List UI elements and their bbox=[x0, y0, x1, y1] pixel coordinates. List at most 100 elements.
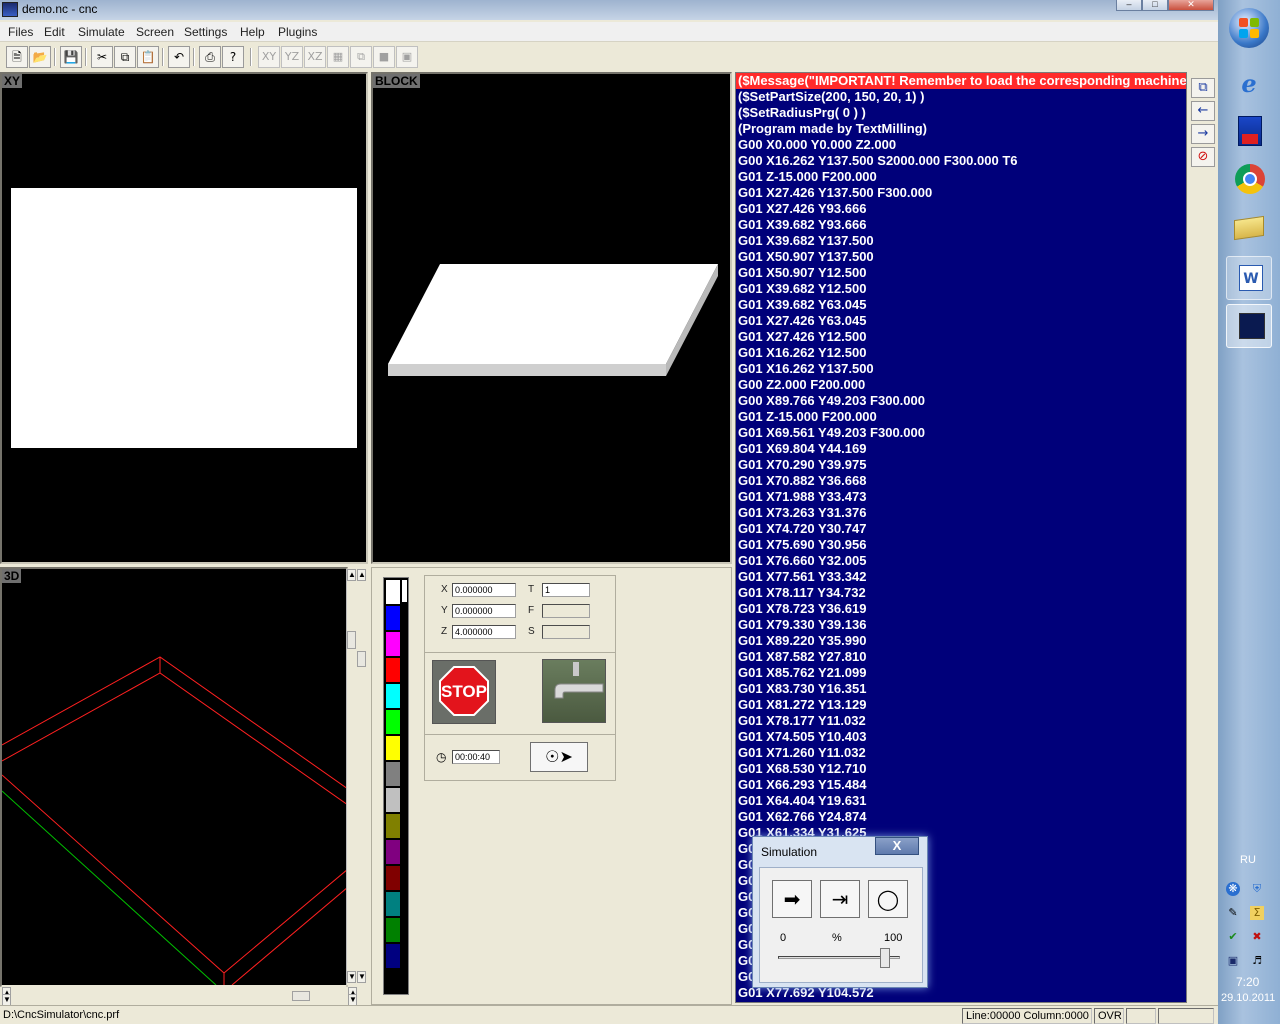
color-swatch[interactable] bbox=[386, 632, 400, 656]
feed-field[interactable] bbox=[542, 604, 590, 618]
code-line[interactable]: G01 X83.730 Y16.351 bbox=[736, 681, 1186, 697]
check-icon[interactable]: ✔ bbox=[1226, 930, 1240, 944]
start-button[interactable] bbox=[1229, 8, 1269, 48]
menu-edit[interactable]: Edit bbox=[44, 25, 65, 39]
shield-icon[interactable]: ⛨ bbox=[1250, 882, 1264, 896]
scroll-up-arrow-icon[interactable]: ▲ bbox=[347, 569, 356, 581]
color-swatch[interactable] bbox=[386, 684, 400, 708]
step-forward-button[interactable]: ➡ bbox=[772, 880, 812, 918]
view-yz-button[interactable]: YZ bbox=[281, 46, 303, 68]
color-swatch[interactable] bbox=[386, 736, 400, 760]
code-line[interactable]: ($SetRadiusPrg( 0 ) ) bbox=[736, 105, 1186, 121]
code-line[interactable]: G01 X27.426 Y93.666 bbox=[736, 201, 1186, 217]
code-line[interactable]: G01 Z-15.000 F200.000 bbox=[736, 409, 1186, 425]
color-swatch[interactable] bbox=[386, 892, 400, 916]
code-line[interactable]: G01 X78.117 Y34.732 bbox=[736, 585, 1186, 601]
file-explorer-icon[interactable] bbox=[1226, 206, 1272, 250]
open-folder-icon[interactable]: 📂 bbox=[29, 46, 51, 68]
code-line[interactable]: ($Message("IMPORTANT! Remember to load t… bbox=[736, 73, 1186, 89]
copy-icon[interactable]: ⧉ bbox=[114, 46, 136, 68]
chrome-icon[interactable] bbox=[1226, 158, 1272, 202]
clock-date[interactable]: 29.10.2011 bbox=[1221, 992, 1275, 1004]
window-cascade-icon[interactable]: ⧉ bbox=[1191, 78, 1215, 98]
3d-view-panel[interactable]: 3D bbox=[0, 567, 348, 987]
code-line[interactable]: G01 X16.262 Y137.500 bbox=[736, 361, 1186, 377]
run-simulation-button[interactable]: ☉➤ bbox=[530, 742, 588, 772]
z-coord-field[interactable]: 4.000000 bbox=[452, 625, 516, 639]
internet-explorer-icon[interactable]: e bbox=[1226, 62, 1272, 106]
code-line[interactable]: G01 X39.682 Y93.666 bbox=[736, 217, 1186, 233]
minimize-button[interactable]: – bbox=[1116, 0, 1142, 11]
menu-plugins[interactable]: Plugins bbox=[278, 25, 317, 39]
color-swatch[interactable] bbox=[386, 866, 400, 890]
speaker-icon[interactable]: ♬ bbox=[1250, 954, 1264, 968]
word-icon[interactable]: W bbox=[1226, 256, 1272, 300]
code-line[interactable]: G01 Z-15.000 F200.000 bbox=[736, 169, 1186, 185]
menu-help[interactable]: Help bbox=[240, 25, 265, 39]
close-window-button[interactable]: ✕ bbox=[1168, 0, 1214, 11]
undo-icon[interactable]: ↶ bbox=[168, 46, 190, 68]
cut-icon[interactable]: ✂ bbox=[91, 46, 113, 68]
code-line[interactable]: G01 X79.330 Y39.136 bbox=[736, 617, 1186, 633]
layers-icon[interactable]: ⧉ bbox=[350, 46, 372, 68]
scroll-thumb[interactable] bbox=[292, 991, 310, 1001]
network-icon[interactable]: ❋ bbox=[1226, 882, 1240, 896]
3d-horizontal-scrollbar[interactable]: ▲ ▼ ▲ ▼ bbox=[2, 985, 357, 1006]
grid-view-icon[interactable]: ▦ bbox=[327, 46, 349, 68]
code-line[interactable]: G00 X89.766 Y49.203 F300.000 bbox=[736, 393, 1186, 409]
spindle-button[interactable] bbox=[542, 659, 606, 723]
code-line[interactable]: G01 X39.682 Y63.045 bbox=[736, 297, 1186, 313]
view-xy-button[interactable]: XY bbox=[258, 46, 280, 68]
scroll-down-arrow-icon[interactable]: ▼ bbox=[347, 971, 356, 983]
clock-time[interactable]: 7:20 bbox=[1236, 975, 1259, 989]
code-line[interactable]: G01 X74.505 Y10.403 bbox=[736, 729, 1186, 745]
code-line[interactable]: G01 X66.293 Y15.484 bbox=[736, 777, 1186, 793]
code-line[interactable]: G01 X77.561 Y33.342 bbox=[736, 569, 1186, 585]
edit-icon[interactable]: ✎ bbox=[1226, 906, 1240, 920]
print-icon[interactable]: ⎙ bbox=[199, 46, 221, 68]
color-swatch[interactable] bbox=[386, 944, 400, 968]
stop-circle-icon[interactable]: ⊘ bbox=[1191, 147, 1215, 167]
code-line[interactable]: G01 X76.660 Y32.005 bbox=[736, 553, 1186, 569]
sum-icon[interactable]: Σ bbox=[1250, 906, 1264, 920]
code-line[interactable]: G01 X89.220 Y35.990 bbox=[736, 633, 1186, 649]
x-coord-field[interactable]: 0.000000 bbox=[452, 583, 516, 597]
3d-vertical-scrollbar[interactable]: ▲ ▲ ▼ ▼ bbox=[346, 569, 366, 985]
continuous-run-button[interactable]: ◯ bbox=[868, 880, 908, 918]
maximize-button[interactable]: □ bbox=[1142, 0, 1168, 11]
color-swatch[interactable] bbox=[386, 788, 400, 812]
scroll-thumb[interactable] bbox=[357, 651, 366, 667]
close-simulation-button[interactable]: X bbox=[875, 837, 919, 855]
color-swatch[interactable] bbox=[386, 658, 400, 682]
code-line[interactable]: G01 X85.762 Y21.099 bbox=[736, 665, 1186, 681]
code-line[interactable]: (Program made by TextMilling) bbox=[736, 121, 1186, 137]
code-line[interactable]: G01 X39.682 Y137.500 bbox=[736, 233, 1186, 249]
color-swatch[interactable] bbox=[386, 606, 400, 630]
zoom-fit-icon[interactable]: ▣ bbox=[396, 46, 418, 68]
code-line[interactable]: G00 Z2.000 F200.000 bbox=[736, 377, 1186, 393]
code-line[interactable]: G01 X74.720 Y30.747 bbox=[736, 521, 1186, 537]
tool-field[interactable]: 1 bbox=[542, 583, 590, 597]
code-line[interactable]: G01 X39.682 Y12.500 bbox=[736, 281, 1186, 297]
flag-warning-icon[interactable]: ✖ bbox=[1250, 930, 1264, 944]
code-line[interactable]: G01 X16.262 Y12.500 bbox=[736, 345, 1186, 361]
code-line[interactable]: G01 X50.907 Y12.500 bbox=[736, 265, 1186, 281]
code-line[interactable]: G01 X70.290 Y39.975 bbox=[736, 457, 1186, 473]
code-line[interactable]: G01 X64.404 Y19.631 bbox=[736, 793, 1186, 809]
code-line[interactable]: G01 X71.260 Y11.032 bbox=[736, 745, 1186, 761]
help-icon[interactable]: ? bbox=[222, 46, 244, 68]
scroll-up-arrow-icon[interactable]: ▲ bbox=[357, 569, 366, 581]
new-file-icon[interactable]: 🗎 bbox=[6, 46, 28, 68]
paste-icon[interactable]: 📋 bbox=[137, 46, 159, 68]
y-coord-field[interactable]: 0.000000 bbox=[452, 604, 516, 618]
code-line[interactable]: G01 X75.690 Y30.956 bbox=[736, 537, 1186, 553]
code-line[interactable]: G01 X78.177 Y11.032 bbox=[736, 713, 1186, 729]
run-to-end-button[interactable]: ⇥ bbox=[820, 880, 860, 918]
cnc-taskbar-icon[interactable] bbox=[1226, 304, 1272, 348]
code-line[interactable]: G01 X68.530 Y12.710 bbox=[736, 761, 1186, 777]
color-swatch[interactable] bbox=[386, 814, 400, 838]
menu-simulate[interactable]: Simulate bbox=[78, 25, 125, 39]
stop-button[interactable]: STOP bbox=[432, 660, 496, 724]
code-line[interactable]: G00 X16.262 Y137.500 S2000.000 F300.000 … bbox=[736, 153, 1186, 169]
color-swatch[interactable] bbox=[386, 840, 400, 864]
